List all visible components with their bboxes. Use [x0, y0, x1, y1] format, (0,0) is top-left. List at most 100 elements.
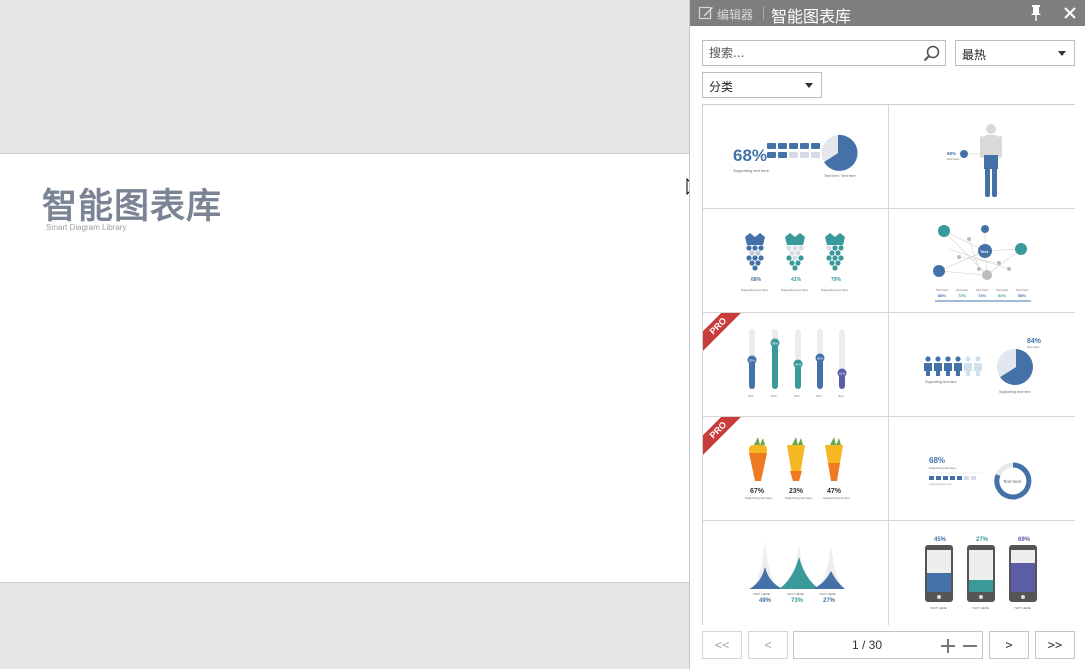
first-page-button[interactable]: << [702, 631, 742, 659]
panel-title: 智能图表库 [771, 7, 852, 26]
mountain-pct-1: 49% [759, 598, 772, 604]
network-label-3: Text here [976, 288, 989, 292]
template-mountains[interactable]: TEXT HERE TEXT HERE TEXT HERE 49% 73% 27… [703, 521, 889, 625]
grape-pct-2: 41% [791, 277, 802, 283]
template-people-pie[interactable]: Supporting text here 84% Text here Suppo… [889, 313, 1075, 417]
chevron-down-icon [1058, 51, 1066, 56]
network-v4: 64% [998, 293, 1006, 298]
editor-tab[interactable]: 编辑器 [717, 6, 753, 23]
bar-label-3: Text [794, 394, 800, 398]
template-donut-bar[interactable]: 68% Supporting text here Supporting text… [889, 417, 1075, 521]
phone-1 [925, 545, 953, 602]
slide-subtitle[interactable]: Smart Diagram Library [46, 223, 126, 232]
human-body-thumbnail: 68% Text here [947, 124, 1002, 197]
template-grapes[interactable]: 68% 41% 79% Supporting text here Support… [703, 209, 889, 313]
phones-thumbnail: 45% 27% 69% TEXT HERE TEXT HERE TEXT HER… [925, 537, 1037, 610]
edit-icon[interactable] [698, 5, 714, 21]
phone-label-1: TEXT HERE [930, 606, 947, 610]
bar-label-5: Text [838, 394, 844, 398]
mountain-pct-2: 73% [791, 598, 804, 604]
minus-icon[interactable] [962, 638, 978, 654]
network-node-text: Text [980, 249, 989, 254]
sort-dropdown[interactable]: 最热 [955, 40, 1075, 66]
template-percent-pie[interactable]: 68% Supporting text here Text here / Tex… [703, 105, 889, 209]
phone-pct-3: 69% [1018, 537, 1031, 543]
phone-label-2: TEXT HERE [972, 606, 989, 610]
next-page-button[interactable]: > [989, 631, 1029, 659]
category-dropdown[interactable]: 分类 [702, 72, 822, 98]
bar-v3: 40% [795, 363, 801, 367]
mountain-label-2: TEXT HERE [787, 592, 804, 596]
category-value: 分类 [709, 80, 734, 94]
page-indicator: 1 / 30 [793, 631, 983, 659]
network-label-2: Text here [956, 288, 969, 292]
plus-icon[interactable] [940, 638, 956, 654]
grape-pct-1: 68% [751, 277, 762, 283]
template-grid: 68% Supporting text here Text here / Tex… [702, 104, 1075, 625]
prev-page-button[interactable]: < [748, 631, 788, 659]
template-human-body[interactable]: 68% Text here [889, 105, 1075, 209]
bar-label-1: Text [748, 394, 754, 398]
pin-icon[interactable] [1029, 4, 1043, 22]
sort-value: 最热 [962, 48, 987, 62]
phone-pct-2: 27% [976, 537, 989, 543]
monitor-icons [767, 143, 820, 158]
network-label-5: Text here [1016, 288, 1029, 292]
big-percent-text: 68% [733, 146, 767, 165]
slide-title[interactable]: 智能图表库 [42, 178, 222, 229]
document-canvas: 智能图表库 Smart Diagram Library [0, 0, 699, 669]
percent-pie-thumbnail: 68% Supporting text here Text here / Tex… [733, 134, 858, 178]
network-thumbnail: Text Text here Text here Text here Text … [933, 225, 1031, 302]
donut-center-text: Text here [1003, 479, 1022, 484]
carrot-1 [749, 437, 767, 481]
grape-blue [745, 233, 765, 271]
carrot-3 [825, 437, 843, 481]
phone-3 [1009, 545, 1037, 602]
support-text: Supporting text here [733, 168, 770, 173]
bar-label-2: Text [771, 394, 777, 398]
template-vertical-bars[interactable]: 52% 98% 40% 56% 21% Text Text Text Text … [703, 313, 889, 417]
slide[interactable]: 智能图表库 Smart Diagram Library [0, 153, 689, 583]
template-carrots[interactable]: 67% 23% 47% Supporting text here Support… [703, 417, 889, 521]
mountain-label-3: TEXT HERE [819, 592, 836, 596]
carrot-support-2: Supporting text here [785, 496, 812, 500]
body-label-text: Text here [947, 157, 960, 161]
mountain-pct-3: 27% [823, 598, 836, 604]
grape-support-2: Supporting text here [781, 288, 808, 292]
carrot-support-1: Supporting text here [745, 496, 772, 500]
mountains-thumbnail: TEXT HERE TEXT HERE TEXT HERE 49% 73% 27… [749, 541, 845, 604]
search-input[interactable] [709, 44, 919, 62]
page-number-text[interactable]: 1 / 30 [794, 638, 940, 652]
people-pct-text: 84% [1027, 338, 1042, 345]
bar-v4: 56% [817, 357, 823, 361]
last-page-button[interactable]: >> [1035, 631, 1075, 659]
pie-support-text: Supporting text here [999, 390, 1031, 394]
bar-v1: 52% [749, 359, 755, 363]
carrot-pct-3: 47% [827, 488, 842, 495]
carrot-pct-2: 23% [789, 488, 804, 495]
template-network[interactable]: Text Text here Text here Text here Text … [889, 209, 1075, 313]
template-phones[interactable]: 45% 27% 69% TEXT HERE TEXT HERE TEXT HER… [889, 521, 1075, 625]
grapes-thumbnail: 68% 41% 79% Supporting text here Support… [741, 233, 848, 292]
search-box [702, 40, 946, 66]
carrots-thumbnail: 67% 23% 47% Supporting text here Support… [745, 437, 850, 500]
grape-pct-3: 79% [831, 277, 842, 283]
network-label-1: Text here [936, 288, 949, 292]
header-divider [763, 6, 764, 20]
donut-support-text: Supporting text here [929, 466, 956, 470]
smart-diagram-panel: 编辑器 智能图表库 最热 分类 68% [689, 0, 1085, 669]
donut-support-2: Supporting text here [929, 483, 952, 486]
people-pie-thumbnail: Supporting text here 84% Text here Suppo… [924, 338, 1042, 394]
search-icon[interactable] [923, 45, 940, 62]
people-label-text: Text here [1027, 345, 1040, 349]
body-pct-text: 68% [947, 151, 956, 156]
bar-v2: 98% [772, 342, 778, 346]
bar-v5: 21% [839, 372, 845, 376]
donut-bar-thumbnail: 68% Supporting text here Supporting text… [929, 456, 1032, 500]
grape-support-1: Supporting text here [741, 288, 768, 292]
close-icon[interactable] [1062, 4, 1078, 22]
grape-teal [785, 233, 805, 271]
network-v3: 74% [978, 293, 986, 298]
network-label-4: Text here [996, 288, 1009, 292]
carrot-pct-1: 67% [750, 488, 765, 495]
